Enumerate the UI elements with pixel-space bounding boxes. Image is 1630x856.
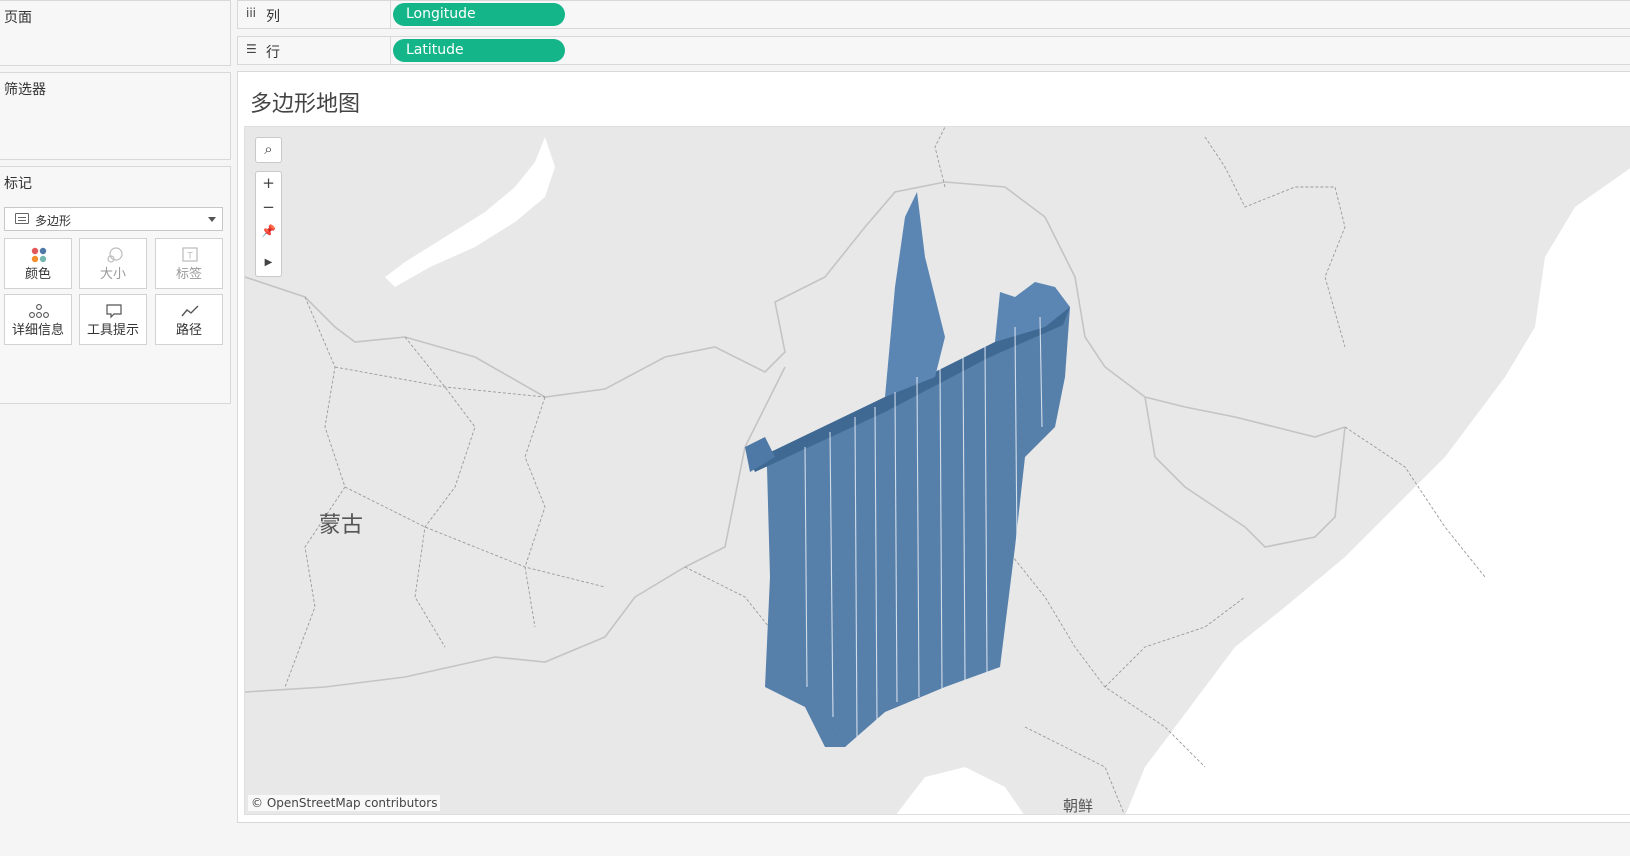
rows-label-text: 行 [266, 45, 280, 61]
view-title: 多边形地图 [250, 92, 361, 117]
color-label: 颜色 [24, 267, 51, 282]
polygon-mark[interactable] [745, 192, 1070, 747]
detail-label: 详细信息 [11, 323, 64, 338]
search-icon: ⌕ [264, 140, 273, 158]
filters-card[interactable]: 筛选器 [0, 72, 231, 160]
latitude-pill[interactable]: Latitude [393, 39, 565, 62]
shelves: iii 列 Longitude ☰ 行 Latitude [237, 0, 1630, 66]
mark-type-label: 多边形 [35, 214, 72, 228]
map-zoom-controls: + − 📌 ▶ [255, 171, 282, 277]
chevron-down-icon [208, 217, 216, 222]
worksheet-view: 多边形地图 ⌕ + − 📌 ▶ 蒙古 朝鲜 © OpenStreetMap co… [237, 71, 1630, 823]
pin-icon[interactable]: 📌 [256, 220, 281, 244]
path-icon [181, 305, 199, 317]
label-icon: T [182, 247, 198, 262]
map[interactable]: ⌕ + − 📌 ▶ 蒙古 朝鲜 © OpenStreetMap contribu… [244, 126, 1630, 815]
zoom-in-icon[interactable]: + [256, 172, 281, 196]
tooltip-label: 工具提示 [86, 323, 139, 338]
label-mongolia: 蒙古 [319, 513, 364, 538]
columns-label-text: 列 [266, 9, 280, 25]
map-search-button[interactable]: ⌕ [255, 137, 282, 163]
pages-card: 页面 [0, 0, 231, 66]
mark-type-dropdown[interactable]: 多边形 [4, 207, 223, 231]
lake-baikal [385, 137, 555, 287]
color-icon [31, 247, 47, 263]
columns-shelf-label: iii 列 [238, 1, 391, 28]
sea-area [1125, 168, 1630, 814]
zoom-out-icon[interactable]: − [256, 196, 281, 220]
detail-button[interactable]: 详细信息 [4, 294, 72, 345]
map-canvas [245, 127, 1630, 814]
rows-shelf[interactable]: ☰ 行 Latitude [237, 36, 1630, 65]
polygon-mark-icon [15, 213, 29, 224]
pages-title: 页面 [4, 10, 32, 26]
rows-icon: ☰ [246, 42, 257, 56]
rows-shelf-label: ☰ 行 [238, 37, 391, 64]
filters-title: 筛选器 [4, 82, 46, 98]
size-label: 大小 [99, 267, 126, 282]
left-panel: 页面 筛选器 标记 多边形 颜色 大小 T 标签 详细信息 工具提示 路径 [0, 0, 232, 856]
label-button[interactable]: T 标签 [155, 238, 223, 289]
label-korea: 朝鲜 [1063, 797, 1094, 815]
bay-area [896, 767, 1024, 814]
label-label: 标签 [175, 267, 202, 282]
longitude-pill[interactable]: Longitude [393, 3, 565, 26]
columns-shelf[interactable]: iii 列 Longitude [237, 0, 1630, 29]
marks-title: 标记 [4, 176, 32, 192]
play-icon[interactable]: ▶ [256, 252, 281, 276]
size-icon [107, 247, 123, 263]
size-button[interactable]: 大小 [79, 238, 147, 289]
path-label: 路径 [175, 323, 202, 338]
tooltip-button[interactable]: 工具提示 [79, 294, 147, 345]
columns-icon: iii [246, 6, 257, 20]
color-button[interactable]: 颜色 [4, 238, 72, 289]
map-attribution[interactable]: © OpenStreetMap contributors [248, 795, 441, 811]
detail-icon [29, 304, 49, 318]
svg-text:T: T [187, 251, 193, 261]
marks-card: 标记 多边形 颜色 大小 T 标签 详细信息 工具提示 路径 [0, 166, 231, 404]
path-button[interactable]: 路径 [155, 294, 223, 345]
tooltip-icon [106, 304, 122, 319]
